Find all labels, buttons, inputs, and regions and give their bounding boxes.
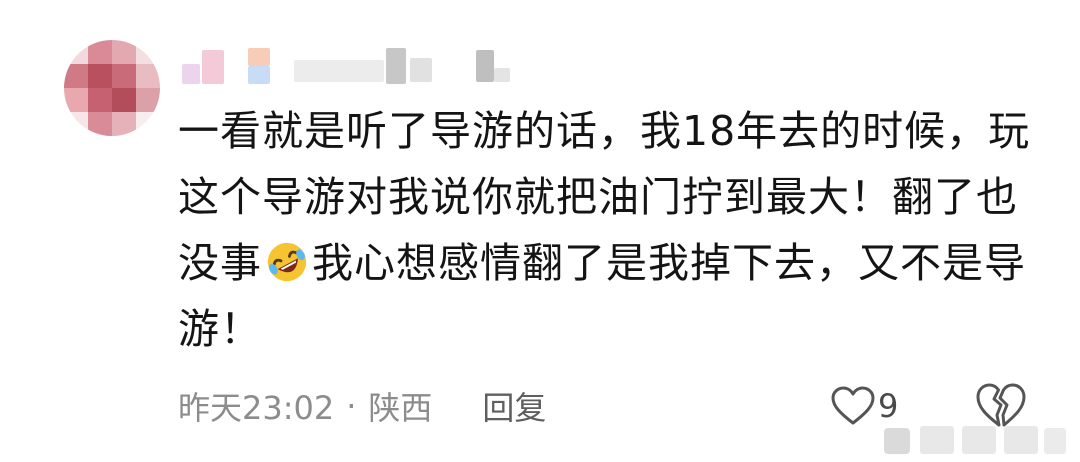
rofl-emoji-icon bbox=[267, 242, 307, 282]
meta-separator: · bbox=[346, 387, 357, 425]
username-blurred[interactable] bbox=[182, 44, 522, 90]
reply-button[interactable]: 回复 bbox=[482, 383, 546, 429]
comment-meta: 昨天23:02 · 陕西 回复 bbox=[178, 382, 546, 430]
comment-time: 昨天23:02 bbox=[178, 389, 335, 427]
heart-outline-icon bbox=[831, 386, 875, 425]
user-avatar[interactable] bbox=[64, 40, 160, 136]
comment-location: 陕西 bbox=[368, 389, 433, 427]
comment-text: 一看就是听了导游的话，我18年去的时候，玩这个导游对我说你就把油门拧到最大！翻了… bbox=[178, 98, 1038, 362]
watermark bbox=[884, 426, 1066, 454]
comment-item: 一看就是听了导游的话，我18年去的时候，玩这个导游对我说你就把油门拧到最大！翻了… bbox=[0, 0, 1080, 462]
